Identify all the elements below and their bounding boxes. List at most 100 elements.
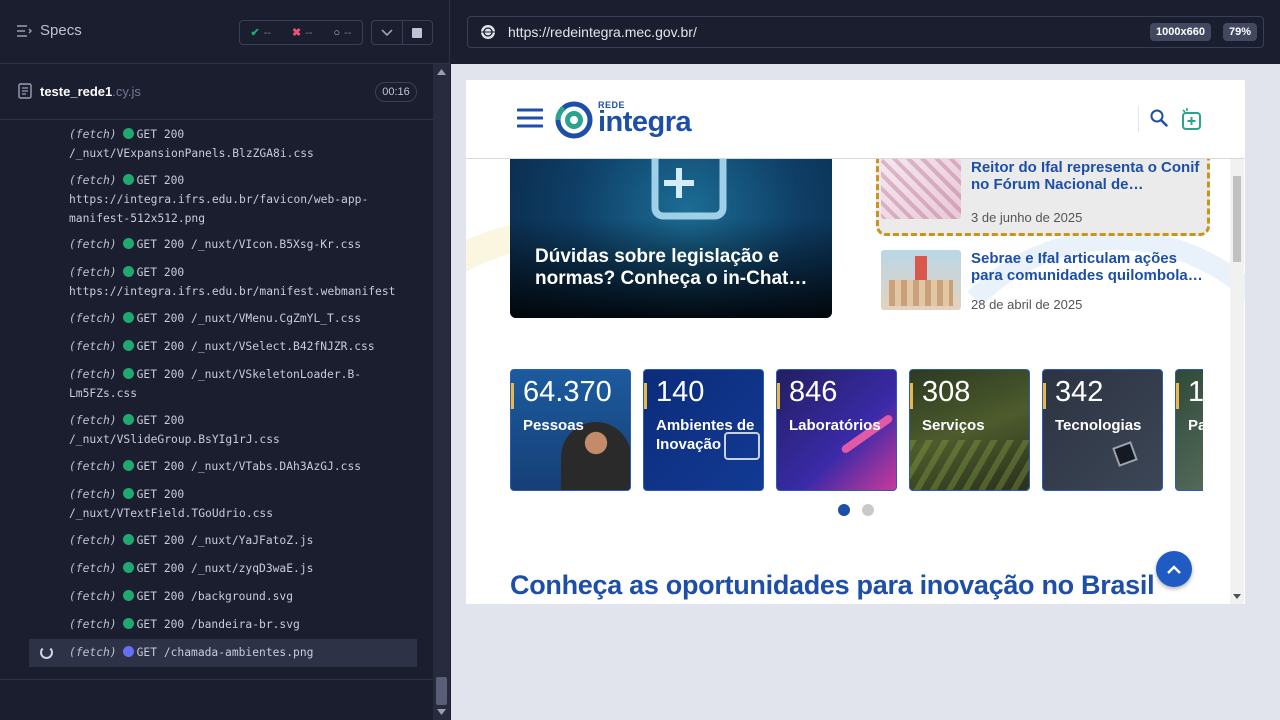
log-entry[interactable]: (fetch) GET 200 https://integra.ifrs.edu.b…	[69, 171, 417, 228]
stat-label: Laboratórios	[789, 417, 881, 434]
stat-accent	[511, 383, 514, 409]
section-title: Conheça as oportunidades para inovação n…	[510, 570, 1155, 600]
iframe-scrollbar-thumb[interactable]	[1233, 176, 1241, 262]
log-entry[interactable]: (fetch) GET 200 /_nuxt/VIcon.B5Xsg-Kr.css	[69, 235, 417, 254]
log-entry[interactable]: (fetch) GET 200 /bandeira-br.svg	[69, 615, 417, 634]
status-dot-icon	[122, 488, 134, 499]
status-dot-icon	[122, 174, 134, 185]
failed-stat: ✖ --	[292, 27, 313, 39]
site-logo[interactable]: REDE integra	[554, 100, 692, 140]
carousel-pagination	[838, 504, 874, 516]
news-title[interactable]: Sebrae e Ifal articulam ações para comun…	[971, 250, 1207, 284]
runner-footer	[0, 679, 433, 720]
preview-panel: https://redeintegra.mec.gov.br/ 1000x660…	[451, 0, 1280, 720]
carousel-dot-1[interactable]	[838, 504, 850, 516]
stat-accent	[1176, 383, 1179, 409]
log-scrollbar[interactable]	[433, 64, 450, 720]
menu-icon[interactable]	[517, 108, 543, 128]
log-scrollbar-thumb[interactable]	[436, 677, 447, 705]
passed-stat: ✔ --	[250, 27, 272, 39]
feature-card[interactable]: Dúvidas sobre legislação e normas? Conhe…	[510, 140, 832, 318]
zoom-badge[interactable]: 79%	[1222, 23, 1257, 41]
feature-card-title: Dúvidas sobre legislação e normas? Conhe…	[535, 246, 808, 289]
pending-stat: ○ --	[333, 26, 352, 39]
header-divider	[1138, 106, 1139, 132]
chevron-up-icon	[1167, 564, 1181, 574]
spec-header: teste_rede1.cy.js 00:16	[0, 65, 433, 120]
options-dropdown-button[interactable]	[372, 21, 403, 44]
stat-label: Pessoas	[523, 417, 584, 434]
stat-card-servicos[interactable]: 308 Serviços	[909, 369, 1030, 491]
log-entry-pending[interactable]: (fetch) GET /chamada-ambientes.png	[69, 643, 417, 662]
browser-topbar: https://redeintegra.mec.gov.br/ 1000x660…	[451, 0, 1280, 64]
log-entry[interactable]: (fetch) GET 200 /_nuxt/VMenu.CgZmYL_T.css	[69, 309, 417, 328]
check-icon: ✔	[250, 27, 260, 39]
spec-name: teste_rede1	[40, 83, 113, 99]
status-dot-icon	[122, 238, 134, 249]
stat-number: 846	[789, 376, 838, 408]
status-dot-icon	[122, 266, 134, 277]
spec-ext: .cy.js	[112, 83, 141, 99]
log-entry[interactable]: (fetch) GET 200/_nuxt/VExpansionPanels.Bl…	[69, 125, 417, 163]
stat-accent	[1043, 383, 1046, 409]
spec-duration: 00:16	[375, 82, 417, 102]
url-text: https://redeintegra.mec.gov.br/	[508, 24, 697, 40]
status-dot-icon	[122, 312, 134, 323]
status-dot-icon	[122, 340, 134, 351]
stop-icon	[412, 27, 423, 38]
stat-number: 140	[656, 376, 705, 408]
news-date: 28 de abril de 2025	[971, 297, 1083, 312]
test-stats: ✔ -- ✖ -- ○ --	[239, 20, 363, 45]
log-entry[interactable]: (fetch) GET 200 https://integra.ifrs.edu.b…	[69, 263, 417, 301]
scroll-down-icon[interactable]	[1233, 594, 1241, 599]
status-dot-icon	[122, 128, 134, 139]
status-dot-icon	[122, 368, 134, 379]
stat-card-tecnologias[interactable]: 342 Tecnologias	[1042, 369, 1163, 491]
add-chat-icon[interactable]	[1180, 107, 1204, 131]
stat-card-laboratorios[interactable]: 846 Laboratórios	[776, 369, 897, 491]
pending-dot-icon	[122, 646, 134, 657]
stat-card-partial[interactable]: 1 Pa	[1175, 369, 1203, 491]
log-entry[interactable]: (fetch) GET 200/_nuxt/VSlideGroup.BsYIg1r…	[69, 411, 417, 449]
news-thumbnail	[881, 159, 961, 219]
log-entry[interactable]: (fetch) GET 200 /_nuxt/VSkeletonLoader.B-…	[69, 365, 417, 403]
back-to-top-button[interactable]	[1156, 551, 1192, 587]
stat-label: Serviços	[922, 417, 985, 434]
scroll-down-icon	[437, 709, 446, 715]
stop-button[interactable]	[403, 21, 433, 44]
log-entry[interactable]: (fetch) GET 200 /_nuxt/zyqD3waE.js	[69, 559, 417, 578]
integra-logo-icon	[555, 101, 593, 139]
x-icon: ✖	[292, 27, 302, 39]
spinner-icon	[40, 646, 53, 659]
search-icon[interactable]	[1150, 109, 1168, 127]
status-dot-icon	[122, 460, 134, 471]
stat-label: Ambientes de Inovação	[656, 417, 755, 453]
logo-integra-text: integra	[598, 105, 692, 138]
list-icon	[17, 24, 32, 37]
stat-accent	[910, 383, 913, 409]
stat-label: Pa	[1188, 417, 1203, 434]
spec-file[interactable]: teste_rede1.cy.js	[18, 83, 141, 99]
log-entry[interactable]: (fetch) GET 200 /_nuxt/VSelect.B42fNJZR.c…	[69, 337, 417, 356]
news-date: 3 de junho de 2025	[971, 210, 1083, 225]
log-entry[interactable]: (fetch) GET 200 /_nuxt/VTabs.DAh3AzGJ.css	[69, 457, 417, 476]
stat-card-ambientes[interactable]: 140 Ambientes de Inovação	[643, 369, 764, 491]
status-dot-icon	[122, 414, 134, 425]
url-bar[interactable]: https://redeintegra.mec.gov.br/ 1000x660…	[467, 16, 1264, 48]
document-icon	[18, 83, 32, 99]
stat-card-pessoas[interactable]: 64.370 Pessoas	[510, 369, 631, 491]
logo-rede-text: REDE	[598, 100, 626, 110]
carousel-dot-2[interactable]	[862, 504, 874, 516]
status-dot-icon	[122, 590, 134, 601]
log-entry[interactable]: (fetch) GET 200/_nuxt/VTextField.TGoUdrio…	[69, 485, 417, 523]
viewport-size-badge[interactable]: 1000x660	[1150, 23, 1211, 41]
log-entry[interactable]: (fetch) GET 200 /background.svg	[69, 587, 417, 606]
runner-controls	[371, 20, 433, 45]
log-entry[interactable]: (fetch) GET 200 /_nuxt/YaJFatoZ.js	[69, 531, 417, 550]
status-dot-icon	[122, 562, 134, 573]
stat-number: 342	[1055, 376, 1104, 408]
site-header: REDE integra	[466, 80, 1245, 159]
specs-label: Specs	[40, 22, 82, 39]
specs-toggle[interactable]: Specs	[16, 22, 82, 39]
news-title[interactable]: Reitor do Ifal representa o Conif no Fór…	[971, 159, 1207, 193]
